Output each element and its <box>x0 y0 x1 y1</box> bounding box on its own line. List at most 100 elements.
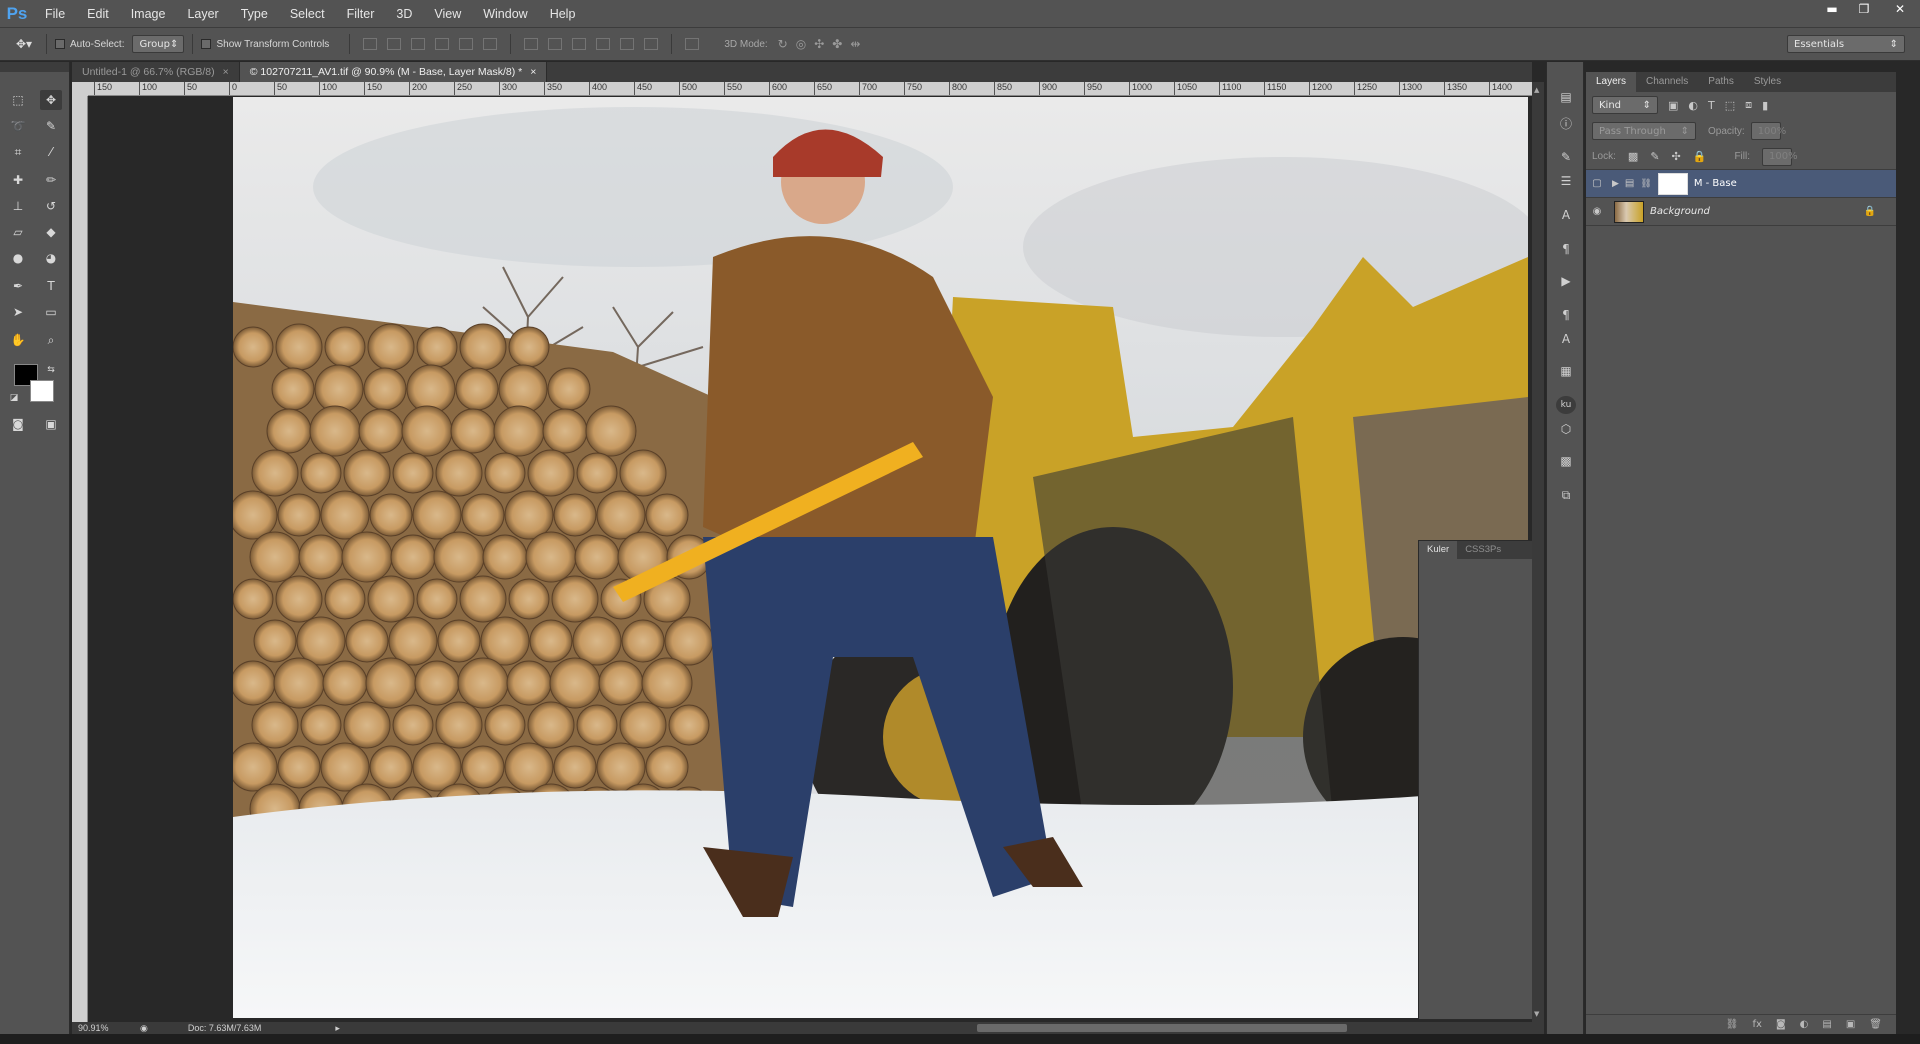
default-colors-icon[interactable]: ◪ <box>3 388 25 408</box>
adjustments-icon[interactable]: ☰ <box>1556 172 1576 190</box>
move-tool-preset-icon[interactable]: ✥▾ <box>16 37 38 51</box>
ruler-origin[interactable] <box>72 82 88 96</box>
history-brush-icon[interactable]: ↺ <box>40 196 62 216</box>
blend-mode-dropdown[interactable]: Pass Through ⇕ <box>1592 122 1696 140</box>
menu-window[interactable]: Window <box>472 0 538 28</box>
add-mask-icon[interactable]: ◙ <box>1776 1019 1786 1030</box>
eraser-tool-icon[interactable]: ▱ <box>7 222 29 242</box>
3d-slide-icon[interactable]: ✤ <box>832 37 842 51</box>
menu-type[interactable]: Type <box>230 0 279 28</box>
mask-link-icon[interactable]: ⛓ <box>1640 179 1651 189</box>
paragraph-icon[interactable]: ¶ <box>1556 240 1576 258</box>
align-distribute-icon[interactable] <box>572 38 587 50</box>
new-group-icon[interactable]: ▤ <box>1822 1019 1831 1030</box>
tab-channels[interactable]: Channels <box>1636 72 1698 92</box>
menu-3d[interactable]: 3D <box>385 0 423 28</box>
layer-mask-thumbnail[interactable] <box>1657 172 1688 195</box>
tab-layers[interactable]: Layers <box>1586 72 1637 92</box>
brush-tool-icon[interactable]: ✏ <box>40 170 62 190</box>
align-distribute-icon[interactable] <box>411 38 426 50</box>
align-distribute-icon[interactable] <box>483 38 498 50</box>
3d-icon[interactable]: ⬡ <box>1556 420 1576 438</box>
quick-select-tool-icon[interactable]: ✎ <box>40 116 62 136</box>
lasso-tool-icon[interactable]: ➰ <box>7 116 29 136</box>
paint-bucket-icon[interactable]: ◆ <box>40 222 62 242</box>
vertical-scrollbar[interactable]: ▲ ▼ <box>1532 82 1544 1022</box>
align-distribute-icon[interactable] <box>524 38 539 50</box>
delete-layer-icon[interactable]: 🗑 <box>1869 1019 1882 1030</box>
align-distribute-icon[interactable] <box>620 38 635 50</box>
filter-shape-icon[interactable]: ⬚ <box>1725 99 1735 112</box>
kuler-icon[interactable]: ku <box>1556 396 1576 414</box>
lock-image-icon[interactable]: ✎ <box>1650 150 1659 163</box>
dodge-tool-icon[interactable]: ◕ <box>40 248 62 268</box>
paragraph-styles-icon[interactable]: ¶ <box>1556 306 1576 324</box>
tab-close-icon[interactable]: × <box>223 62 229 82</box>
show-transform-checkbox[interactable] <box>201 39 212 49</box>
new-layer-icon[interactable]: ▣ <box>1846 1019 1855 1030</box>
tab-untitled-1[interactable]: Untitled-1 @ 66.7% (RGB/8) × <box>72 62 240 82</box>
menu-file[interactable]: File <box>34 0 76 28</box>
align-distribute-icon[interactable] <box>459 38 474 50</box>
menu-filter[interactable]: Filter <box>336 0 386 28</box>
auto-select-dropdown[interactable]: Group ⇕ <box>132 35 185 53</box>
align-distribute-icon[interactable] <box>435 38 450 50</box>
zoom-level[interactable]: 90.91% <box>78 1023 126 1033</box>
quick-mask-icon[interactable]: ◙ <box>7 414 29 434</box>
type-tool-icon[interactable]: T <box>40 276 62 296</box>
restore-button[interactable]: ❐ <box>1848 0 1880 18</box>
adjustment-layer-icon[interactable]: ◐ <box>1800 1019 1809 1030</box>
screen-mode-icon[interactable]: ▣ <box>40 414 62 434</box>
move-tool-icon[interactable]: ✥ <box>40 90 62 110</box>
link-layers-icon[interactable]: ⛓ <box>1726 1019 1739 1030</box>
eyedropper-tool-icon[interactable]: ⁄ <box>40 142 62 162</box>
tab-paths[interactable]: Paths <box>1698 72 1744 92</box>
tab-active-document[interactable]: © 102707211_AV1.tif @ 90.9% (M - Base, L… <box>239 62 548 82</box>
lock-transparent-icon[interactable]: ▩ <box>1628 150 1638 163</box>
character-icon[interactable]: A <box>1556 206 1576 224</box>
align-distribute-icon[interactable] <box>363 38 378 50</box>
lock-position-icon[interactable]: ✣ <box>1672 150 1681 163</box>
toolbar-grip[interactable] <box>0 62 69 72</box>
filter-smart-object-icon[interactable]: ⧈ <box>1745 98 1752 112</box>
layer-name[interactable]: M - Base <box>1694 178 1737 189</box>
hand-tool-icon[interactable]: ✋ <box>7 330 29 350</box>
3d-scale-icon[interactable]: ⇹ <box>850 37 860 51</box>
document-image[interactable] <box>233 97 1528 1018</box>
auto-select-checkbox[interactable] <box>55 39 65 49</box>
swap-colors-icon[interactable]: ⇆ <box>40 360 62 380</box>
layer-row-m-base[interactable]: ▢ ▶ ▤ ⛓ M - Base <box>1586 170 1896 198</box>
align-distribute-icon[interactable] <box>387 38 402 50</box>
fill-input[interactable]: 100% <box>1762 147 1798 166</box>
pen-tool-icon[interactable]: ✒ <box>7 276 29 296</box>
zoom-tool-icon[interactable]: ⌕ <box>40 330 62 350</box>
align-distribute-icon[interactable] <box>596 38 611 50</box>
opacity-input[interactable]: 100% <box>1750 122 1786 140</box>
crop-tool-icon[interactable]: ⌗ <box>7 142 29 162</box>
menu-help[interactable]: Help <box>539 0 587 28</box>
filter-type-icon[interactable]: T <box>1708 99 1715 112</box>
workspace-dropdown[interactable]: Essentials ⇕ <box>1787 35 1905 53</box>
character-styles-icon[interactable]: A <box>1556 330 1576 348</box>
layer-thumbnail[interactable] <box>1614 200 1644 223</box>
align-distribute-icon[interactable] <box>644 38 659 50</box>
brush-presets-icon[interactable]: ✎ <box>1556 148 1576 166</box>
tab-css3ps[interactable]: CSS3Ps <box>1457 541 1509 559</box>
filter-adjustment-icon[interactable]: ◐ <box>1688 99 1698 112</box>
layer-row-background[interactable]: ◉ Background 🔒 <box>1586 198 1896 226</box>
3d-pan-icon[interactable]: ✣ <box>814 37 824 51</box>
group-expand-icon[interactable]: ▶ <box>1612 179 1619 189</box>
menu-image[interactable]: Image <box>120 0 177 28</box>
vertical-ruler[interactable] <box>72 96 88 1022</box>
layer-name[interactable]: Background <box>1650 206 1710 217</box>
notes-icon[interactable]: ▦ <box>1556 362 1576 380</box>
close-button[interactable]: ✕ <box>1880 0 1920 18</box>
blur-tool-icon[interactable]: ● <box>7 248 29 268</box>
css3ps-icon[interactable]: ⧉ <box>1556 486 1576 504</box>
canvas-area[interactable]: Kuler CSS3Ps ⏩ ≡ <box>88 96 1532 1022</box>
actions-icon[interactable]: ▶ <box>1556 272 1576 290</box>
filter-toggle-icon[interactable]: ▮ <box>1762 99 1768 112</box>
background-color-swatch[interactable] <box>30 380 54 402</box>
menu-view[interactable]: View <box>423 0 472 28</box>
swatches-icon[interactable]: ▩ <box>1556 452 1576 470</box>
